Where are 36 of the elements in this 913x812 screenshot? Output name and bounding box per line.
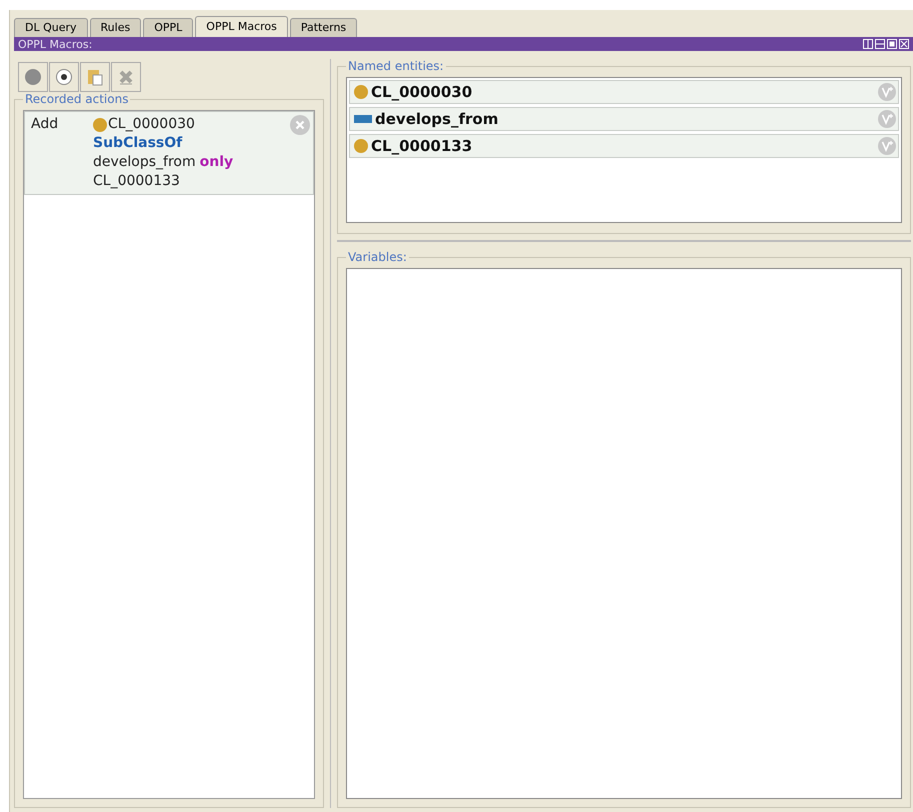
class-icon bbox=[354, 85, 368, 99]
action-type: Add bbox=[31, 115, 60, 134]
tab[interactable]: Rules bbox=[90, 18, 142, 37]
stop-icon bbox=[55, 68, 73, 86]
close-icon[interactable] bbox=[290, 115, 310, 135]
entity-row[interactable]: CL_0000133 bbox=[349, 134, 899, 158]
variable-icon[interactable] bbox=[878, 83, 896, 101]
variable-icon[interactable] bbox=[878, 137, 896, 155]
view-title: OPPL Macros: bbox=[18, 38, 92, 50]
axiom-text: CL_0000030 bbox=[108, 115, 195, 134]
stop-button[interactable] bbox=[49, 62, 79, 92]
axiom-text: SubClassOf bbox=[93, 134, 182, 153]
view-controls-icon[interactable] bbox=[863, 39, 909, 49]
paste-icon bbox=[86, 68, 104, 86]
clear-icon bbox=[117, 68, 135, 86]
record-icon bbox=[24, 68, 42, 86]
axiom-text: CL_0000133 bbox=[93, 172, 180, 191]
action-row[interactable]: Add CL_0000030 SubClassOf develops_from only CL_0000133 bbox=[24, 111, 314, 195]
section-title: Variables: bbox=[347, 250, 408, 264]
class-icon bbox=[354, 139, 368, 153]
entity-name: develops_from bbox=[375, 110, 500, 128]
axiom-text: develops_from bbox=[93, 153, 196, 172]
entity-name: CL_0000133 bbox=[371, 137, 474, 155]
entity-row[interactable]: CL_0000030 bbox=[349, 80, 899, 104]
variable-icon[interactable] bbox=[878, 110, 896, 128]
class-icon bbox=[93, 118, 107, 132]
tab[interactable]: OPPL Macros bbox=[195, 16, 288, 37]
tab[interactable]: OPPL bbox=[143, 18, 194, 37]
property-icon bbox=[354, 115, 372, 123]
section-title: Named entities: bbox=[347, 59, 445, 73]
axiom-text: only bbox=[200, 153, 234, 172]
section-title: Recorded actions bbox=[24, 92, 130, 106]
tab[interactable]: Patterns bbox=[290, 18, 358, 37]
entity-row[interactable]: develops_from bbox=[349, 107, 899, 131]
entity-name: CL_0000030 bbox=[371, 83, 474, 101]
tab[interactable]: DL Query bbox=[14, 18, 88, 37]
